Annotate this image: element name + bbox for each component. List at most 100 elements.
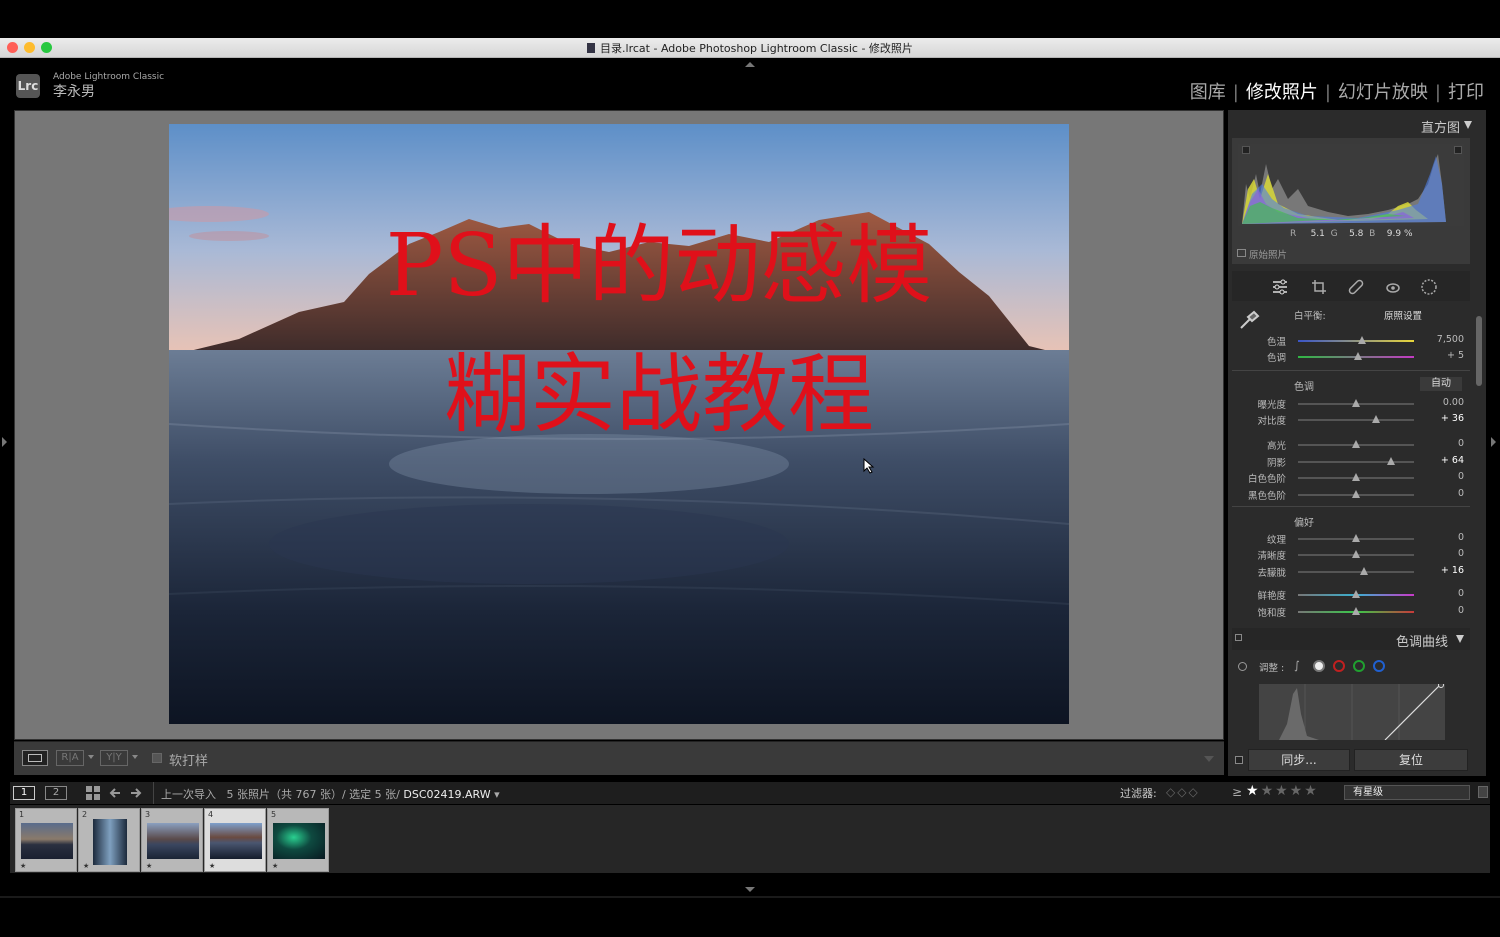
texture-slider[interactable]: 纹理 0 [1232, 532, 1472, 546]
back-arrow-icon[interactable] [108, 786, 122, 800]
healing-icon[interactable] [1348, 279, 1364, 295]
slider-value[interactable]: 0 [1424, 588, 1464, 599]
filmstrip-thumbnail-selected[interactable]: 4 ★ [204, 808, 266, 872]
soft-proof-checkbox[interactable] [152, 753, 162, 763]
slider-track[interactable] [1298, 457, 1414, 465]
eyedropper-icon[interactable] [1238, 310, 1260, 330]
module-slideshow[interactable]: 幻灯片放映 [1338, 82, 1428, 103]
slider-value[interactable]: 0 [1424, 605, 1464, 616]
slider-track[interactable] [1298, 399, 1414, 407]
module-print[interactable]: 打印 [1448, 82, 1484, 103]
left-panel-toggle-icon[interactable] [2, 437, 7, 447]
top-panel-toggle-icon[interactable] [745, 62, 755, 67]
highlights-slider[interactable]: 高光 0 [1232, 438, 1472, 452]
grid-view-icon[interactable] [86, 786, 100, 800]
toolbar-menu-icon[interactable] [1204, 756, 1214, 762]
tone-curve-header[interactable]: 色调曲线 [1232, 628, 1470, 650]
reset-button[interactable]: 复位 [1354, 749, 1468, 771]
slider-track[interactable] [1298, 473, 1414, 481]
slider-value[interactable]: 0 [1424, 488, 1464, 499]
filmstrip-source[interactable]: 上一次导入 5 张照片（共 767 张）/ 选定 5 张/ DSC02419.A… [161, 786, 500, 802]
whites-slider[interactable]: 白色色阶 0 [1232, 471, 1472, 485]
slider-track[interactable] [1298, 415, 1414, 423]
panel-toggle-switch[interactable] [1235, 634, 1242, 641]
crop-icon[interactable] [1311, 279, 1327, 295]
contrast-slider[interactable]: 对比度 + 36 [1232, 413, 1472, 427]
dehaze-slider[interactable]: 去朦胧 + 16 [1232, 565, 1472, 579]
before-after-tb-button[interactable]: Y|Y [100, 750, 128, 766]
tint-slider[interactable]: 色调 + 5 [1232, 350, 1472, 364]
panel-scrollbar[interactable] [1476, 316, 1482, 386]
module-develop[interactable]: 修改照片 [1246, 82, 1318, 103]
chevron-down-icon[interactable] [88, 755, 94, 759]
red-eye-icon[interactable] [1385, 279, 1401, 295]
slider-value[interactable]: + 16 [1424, 565, 1464, 576]
slider-track[interactable] [1298, 490, 1414, 498]
blacks-slider[interactable]: 黑色色阶 0 [1232, 488, 1472, 502]
blue-channel-icon[interactable] [1373, 660, 1385, 672]
star-icon[interactable]: ★★★★ [1261, 783, 1319, 799]
slider-track[interactable] [1298, 567, 1414, 575]
slider-value[interactable]: 0.00 [1424, 397, 1464, 408]
clarity-slider[interactable]: 清晰度 0 [1232, 548, 1472, 562]
secondary-window-button[interactable]: 2 [45, 786, 67, 800]
slider-track[interactable] [1298, 590, 1414, 598]
module-library[interactable]: 图库 [1190, 82, 1226, 103]
slider-track[interactable] [1298, 607, 1414, 615]
filmstrip-thumbnail[interactable]: 1 ★ [15, 808, 77, 872]
filmstrip-thumbnail[interactable]: 5 ★ [267, 808, 329, 872]
primary-window-button[interactable]: 1 [13, 786, 35, 800]
exposure-slider[interactable]: 曝光度 0.00 [1232, 397, 1472, 411]
slider-value[interactable]: 0 [1424, 438, 1464, 449]
slider-value[interactable]: 7,500 [1424, 334, 1464, 345]
slider-value[interactable]: + 64 [1424, 455, 1464, 466]
slider-track[interactable] [1298, 352, 1414, 360]
rating-filter-stars[interactable]: ★★★★★ [1246, 783, 1319, 799]
slider-value[interactable]: 0 [1424, 548, 1464, 559]
slider-track[interactable] [1298, 550, 1414, 558]
histogram-header[interactable]: 直方图 [1421, 117, 1460, 136]
slider-track[interactable] [1298, 336, 1414, 344]
green-channel-icon[interactable] [1353, 660, 1365, 672]
masking-icon[interactable] [1421, 279, 1437, 295]
target-adjust-icon[interactable] [1238, 662, 1247, 671]
highlight-clipping-toggle[interactable] [1454, 146, 1462, 154]
before-after-lr-button[interactable]: R|A [56, 750, 84, 766]
tone-curve-graph[interactable] [1259, 684, 1445, 740]
sync-button[interactable]: 同步... [1248, 749, 1350, 771]
point-curve-rgb-icon[interactable] [1313, 660, 1325, 672]
chevron-down-icon[interactable] [132, 755, 138, 759]
filmstrip-thumbnail[interactable]: 2 ★ [78, 808, 140, 872]
slider-track[interactable] [1298, 440, 1414, 448]
original-photo-checkbox[interactable] [1237, 249, 1246, 257]
temp-slider[interactable]: 色温 7,500 [1232, 334, 1472, 348]
collapse-triangle-icon[interactable] [1456, 635, 1464, 643]
slider-value[interactable]: 0 [1424, 471, 1464, 482]
parametric-curve-icon[interactable]: ∫ [1294, 660, 1306, 672]
rating-operator[interactable]: ≥ [1232, 785, 1242, 799]
star-icon[interactable]: ★ [1246, 783, 1261, 799]
flag-filter-icons[interactable]: ◇◇◇ [1166, 785, 1200, 799]
right-panel-toggle-icon[interactable] [1491, 437, 1496, 447]
shadows-slider[interactable]: 阴影 + 64 [1232, 455, 1472, 469]
auto-tone-button[interactable]: 自动 [1420, 377, 1462, 391]
filmstrip-thumbnail[interactable]: 3 ★ [141, 808, 203, 872]
histogram-panel[interactable]: R 5.1 G 5.8 B 9.9 % 原始照片 [1232, 138, 1470, 264]
red-channel-icon[interactable] [1333, 660, 1345, 672]
bottom-panel-toggle-icon[interactable] [745, 887, 755, 892]
auto-sync-toggle[interactable] [1235, 756, 1243, 764]
slider-track[interactable] [1298, 534, 1414, 542]
vibrance-slider[interactable]: 鲜艳度 0 [1232, 588, 1472, 602]
wb-preset-dropdown[interactable]: 原照设置 [1384, 308, 1422, 322]
filter-lock-icon[interactable] [1478, 786, 1488, 798]
slider-value[interactable]: + 36 [1424, 413, 1464, 424]
edit-sliders-icon[interactable] [1272, 279, 1288, 295]
shadow-clipping-toggle[interactable] [1242, 146, 1250, 154]
forward-arrow-icon[interactable] [129, 786, 143, 800]
loupe-view-button[interactable] [22, 750, 48, 766]
photo-preview[interactable]: PS中的动感模 糊实战教程 [169, 124, 1069, 724]
saturation-slider[interactable]: 饱和度 0 [1232, 605, 1472, 619]
rating-filter-dropdown[interactable]: 有星级 [1344, 785, 1470, 800]
slider-value[interactable]: + 5 [1424, 350, 1464, 361]
slider-value[interactable]: 0 [1424, 532, 1464, 543]
